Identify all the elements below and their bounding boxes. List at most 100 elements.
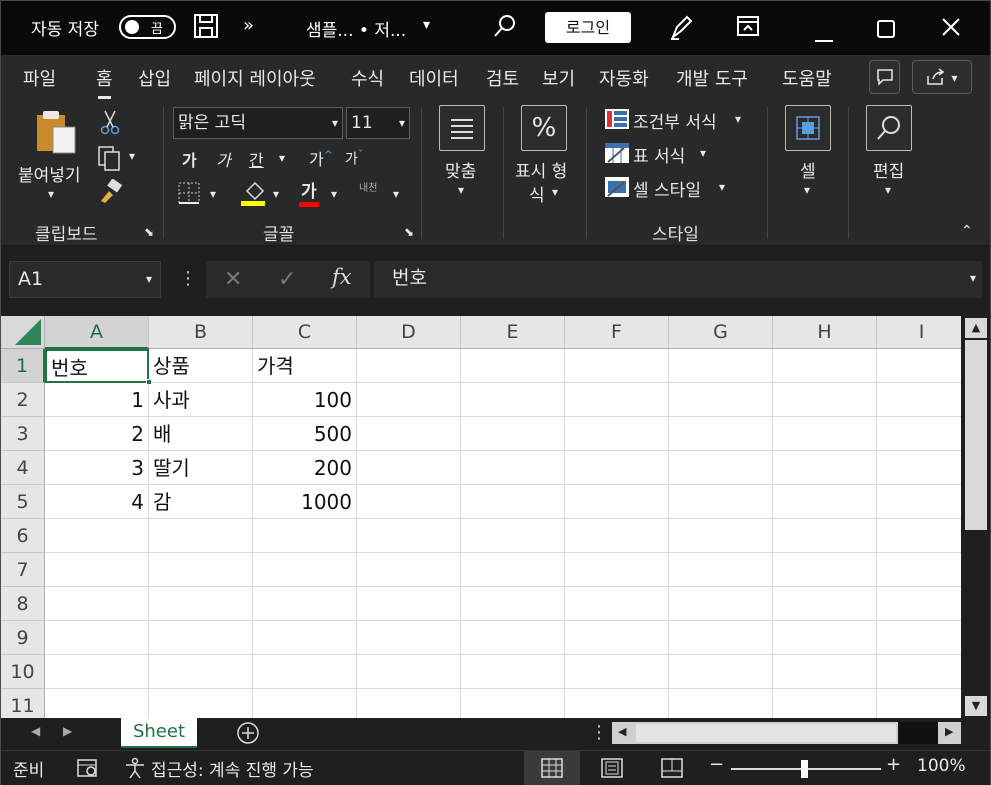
cell-h4[interactable] [773,451,877,485]
copy-icon[interactable] [97,145,123,176]
cell-h8[interactable] [773,587,877,621]
borders-icon[interactable] [177,181,201,210]
font-grow-button[interactable]: 가^ [309,146,333,170]
cell-g6[interactable] [669,519,773,553]
zoom-out-icon[interactable]: − [709,754,724,775]
tab-formulas[interactable]: 수식 [351,65,384,91]
paste-button[interactable]: 붙여넣기 [18,161,81,186]
font-name-select[interactable]: 맑은 고딕 ▾ [173,107,343,139]
accessibility-icon[interactable] [124,757,146,784]
page-break-view-icon[interactable] [661,758,683,783]
paste-icon[interactable] [33,109,79,160]
cell-d5[interactable] [357,485,461,519]
tab-home[interactable]: 홈 [96,65,113,99]
cell-e8[interactable] [461,587,565,621]
cell-c4[interactable]: 200 [253,451,357,485]
cell-f5[interactable] [565,485,669,519]
cell-h3[interactable] [773,417,877,451]
cell-a1[interactable]: 번호 [45,349,149,383]
row-header-7[interactable]: 7 [1,553,45,587]
cell-c2[interactable]: 100 [253,383,357,417]
cell-g11[interactable] [669,689,773,718]
cell-g1[interactable] [669,349,773,383]
cell-b5[interactable]: 감 [149,485,253,519]
cell-a5[interactable]: 4 [45,485,149,519]
row-header-8[interactable]: 8 [1,587,45,621]
column-header-d[interactable]: D [357,316,461,349]
collapse-ribbon-icon[interactable]: ⌃ [961,223,973,239]
add-sheet-icon[interactable] [236,721,260,749]
scroll-thumb[interactable] [636,724,896,742]
page-layout-view-icon[interactable] [601,758,623,783]
chevron-down-icon[interactable]: ▾ [719,180,725,194]
number-format-button-line2[interactable]: 식 [529,181,545,206]
tab-insert[interactable]: 삽입 [138,65,171,91]
tab-data[interactable]: 데이터 [409,65,459,91]
cell-i11[interactable] [877,689,961,718]
cell-f6[interactable] [565,519,669,553]
cell-d4[interactable] [357,451,461,485]
zoom-slider-thumb[interactable] [801,760,808,778]
cell-e2[interactable] [461,383,565,417]
cell-e10[interactable] [461,655,565,689]
vertical-scrollbar[interactable]: ▲ ▼ [961,316,990,718]
cell-e5[interactable] [461,485,565,519]
more-options-icon[interactable]: ⋮ [590,722,608,743]
cell-d11[interactable] [357,689,461,718]
cell-b6[interactable] [149,519,253,553]
cell-d6[interactable] [357,519,461,553]
cell-d7[interactable] [357,553,461,587]
cell-c6[interactable] [253,519,357,553]
column-header-g[interactable]: G [669,316,773,349]
cell-g9[interactable] [669,621,773,655]
cell-i8[interactable] [877,587,961,621]
table-format-icon[interactable] [604,142,630,169]
fill-color-icon[interactable] [241,179,267,212]
number-format-button[interactable]: 표시 형 [515,157,567,182]
row-header-2[interactable]: 2 [1,383,45,417]
cell-c10[interactable] [253,655,357,689]
pen-icon[interactable] [669,13,695,46]
comments-icon[interactable] [869,60,900,94]
row-header-6[interactable]: 6 [1,519,45,553]
cell-g10[interactable] [669,655,773,689]
zoom-in-icon[interactable]: + [886,754,901,775]
italic-button[interactable]: 가 [216,147,231,171]
cell-g3[interactable] [669,417,773,451]
chevron-down-icon[interactable]: ▾ [48,187,54,201]
chevron-down-icon[interactable]: ▾ [700,146,706,160]
cell-b7[interactable] [149,553,253,587]
zoom-level[interactable]: 100% [917,756,966,776]
chevron-down-icon[interactable]: ▾ [423,17,430,33]
cell-e11[interactable] [461,689,565,718]
cell-a6[interactable] [45,519,149,553]
cell-a11[interactable] [45,689,149,718]
cell-a8[interactable] [45,587,149,621]
column-header-b[interactable]: B [149,316,253,349]
cell-g5[interactable] [669,485,773,519]
cancel-icon[interactable]: ✕ [224,267,242,292]
chevron-down-icon[interactable]: ▾ [458,183,464,197]
cell-b11[interactable] [149,689,253,718]
cell-d2[interactable] [357,383,461,417]
row-header-3[interactable]: 3 [1,417,45,451]
cell-a3[interactable]: 2 [45,417,149,451]
cell-mode-icon[interactable] [77,758,99,783]
scroll-thumb[interactable] [965,340,987,530]
cell-i2[interactable] [877,383,961,417]
chevron-down-icon[interactable]: ▾ [735,112,741,126]
chevron-down-icon[interactable]: ▾ [393,187,399,201]
font-shrink-button[interactable]: 가ˇ [345,148,363,169]
cell-i4[interactable] [877,451,961,485]
bold-button[interactable]: 가 [182,147,197,171]
row-header-4[interactable]: 4 [1,451,45,485]
cell-g4[interactable] [669,451,773,485]
dialog-launcher-icon[interactable]: ⬊ [144,225,154,239]
table-format-button[interactable]: 표 서식 [633,142,685,167]
cells-icon[interactable] [785,105,831,151]
share-button[interactable]: ▾ [912,60,972,94]
cell-e9[interactable] [461,621,565,655]
cell-c9[interactable] [253,621,357,655]
cell-a9[interactable] [45,621,149,655]
cell-f7[interactable] [565,553,669,587]
